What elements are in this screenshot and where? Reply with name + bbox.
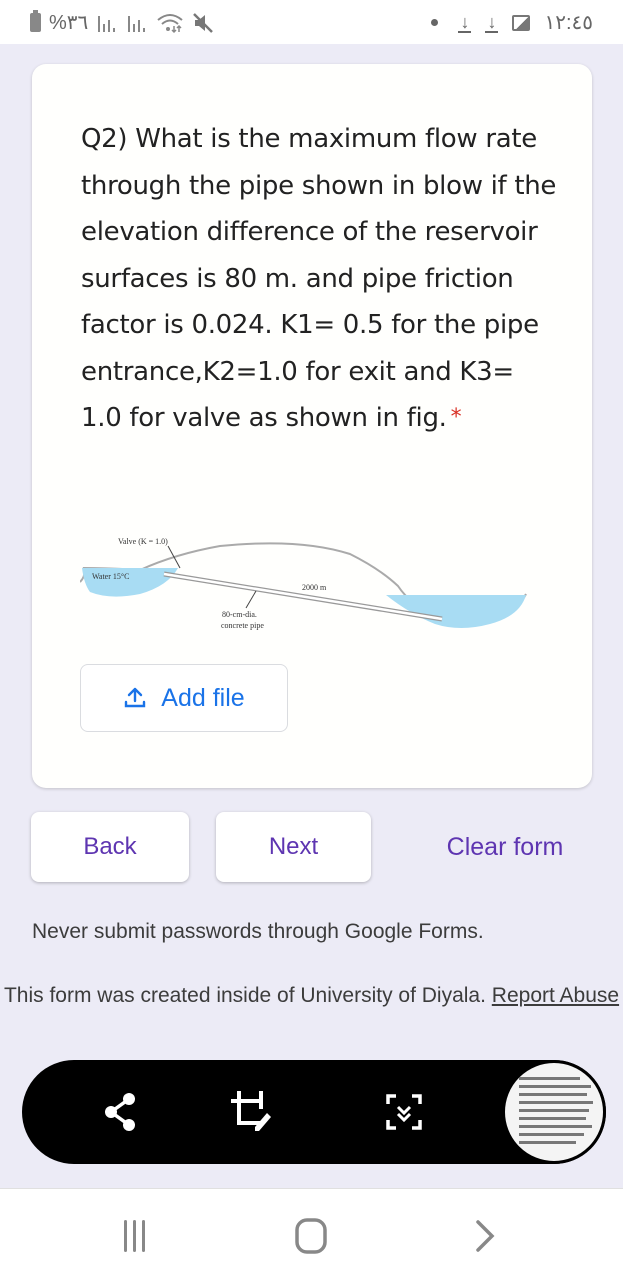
wifi-icon [157,13,183,33]
home-button[interactable] [286,1211,336,1261]
share-button[interactable] [94,1086,146,1138]
clock: ١٢:٤٥ [544,12,593,34]
clear-form-label: Clear form [446,832,564,861]
password-warning: Never submit passwords through Google Fo… [32,920,484,943]
screenshot-thumbnail[interactable] [502,1060,606,1164]
form-origin-notice: This form was created inside of Universi… [0,982,623,1010]
length-label: 2000 m [302,583,327,592]
mute-icon [193,12,214,33]
signal-icon [98,15,116,32]
recents-button[interactable] [110,1211,160,1261]
scroll-capture-button[interactable] [378,1086,430,1138]
next-label: Next [268,833,319,860]
pipe-figure: Valve (K = 1.0) Water 15°C 2000 m 80-cm-… [80,537,527,630]
signal-icon [128,15,146,32]
battery-icon [30,10,41,32]
report-abuse-link[interactable]: Report Abuse [492,984,619,1007]
question-text: Q2) What is the maximum flow rate throug… [81,124,557,433]
valve-label: Valve (K = 1.0) [118,537,168,546]
recents-icon [124,1220,145,1252]
image-icon [512,14,531,31]
add-file-label: Add file [161,683,245,712]
back-label: Back [83,833,137,860]
water-label: Water 15°C [92,572,129,581]
back-button[interactable]: Back [31,812,189,882]
crop-edit-button[interactable] [226,1086,278,1138]
pipe-label-line1: 80-cm-dia. [222,610,257,619]
required-marker: * [450,405,462,430]
system-nav-bar [0,1188,623,1280]
crop-edit-icon [231,1091,271,1131]
status-bar: %٣٦ ↓ ↓ ١٢:٤٥ [0,0,623,44]
scroll-capture-icon [386,1094,422,1130]
notification-dot-icon [431,19,439,26]
question-card: Q2) What is the maximum flow rate throug… [32,64,592,788]
add-file-button[interactable]: Add file [80,664,288,732]
pipe-label-line2: concrete pipe [221,621,264,630]
download-icon: ↓ [458,11,472,33]
status-right: ↓ ↓ ١٢:٤٥ [431,10,593,35]
clear-form-button[interactable]: Clear form [420,812,590,882]
created-text: This form was created inside of Universi… [3,984,486,1007]
download-icon: ↓ [485,11,499,33]
thumbnail-content [519,1077,595,1149]
screenshot-toolbar [22,1060,606,1164]
question-text-block: Q2) What is the maximum flow rate throug… [81,116,561,442]
next-button[interactable]: Next [216,812,371,882]
share-icon [105,1093,135,1131]
back-icon [476,1220,495,1252]
home-icon [295,1218,327,1254]
upload-icon [125,687,146,708]
back-nav-button[interactable] [460,1211,510,1261]
status-left: %٣٦ [30,10,214,35]
battery-percent: %٣٦ [49,12,89,34]
